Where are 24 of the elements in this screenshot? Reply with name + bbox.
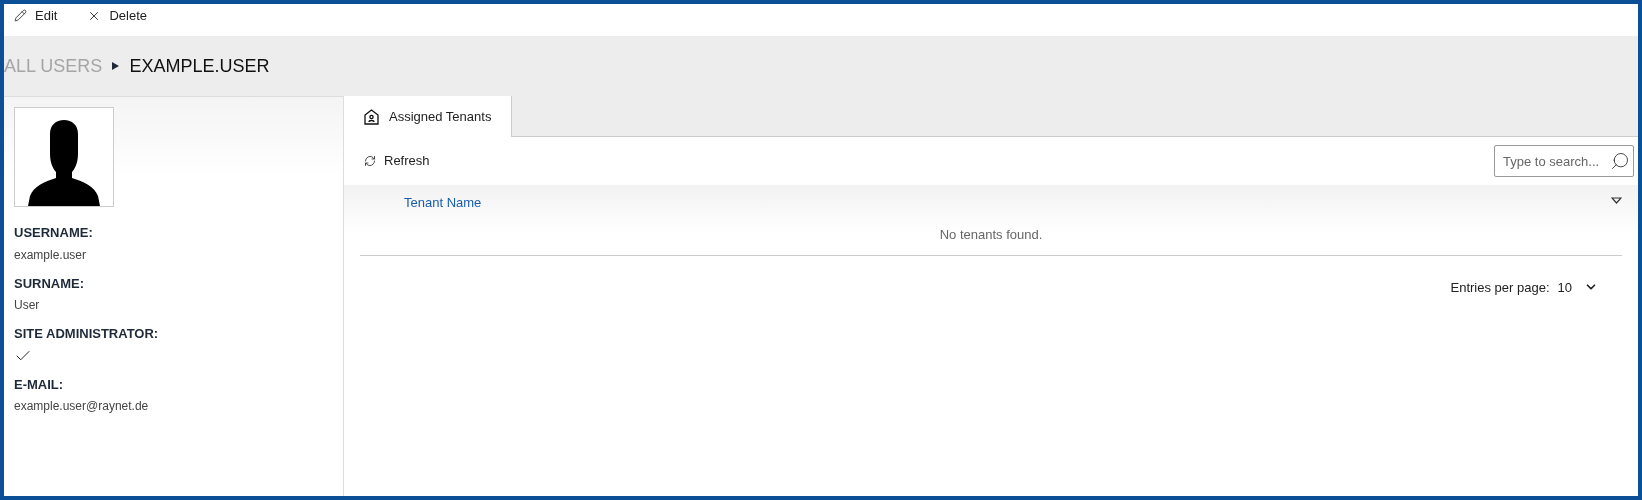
empty-message: No tenants found. (939, 226, 1043, 244)
field-label: E-MAIL: (14, 375, 65, 394)
person-silhouette-icon (28, 120, 100, 206)
dropdown-arrow-icon[interactable] (1611, 197, 1622, 204)
field-value: User (14, 297, 41, 314)
chevron-icon (112, 62, 120, 70)
field-label: SURNAME: (14, 274, 86, 293)
field-value: example.user (14, 246, 88, 264)
field-value: example.user@raynet.de (14, 398, 150, 415)
pencil-icon (14, 9, 27, 23)
entries-label: Entries per page: (1450, 278, 1550, 297)
field-label: SITE ADMINISTRATOR: (14, 325, 160, 343)
breadcrumb-current: EXAMPLE.USER (129, 54, 270, 78)
page-size-dropdown[interactable]: 10 (1557, 277, 1598, 297)
tab[interactable]: Assigned Tenants (344, 96, 513, 137)
search-icon (1610, 151, 1630, 171)
field-label: USERNAME: (14, 224, 94, 242)
search-field[interactable]: Type to search... (1494, 145, 1634, 177)
refresh-icon (364, 155, 376, 167)
column-header[interactable]: Tenant Name (404, 193, 482, 213)
refresh-button[interactable]: Refresh (364, 151, 430, 171)
edit-button[interactable]: Edit (14, 6, 58, 26)
delete-button[interactable]: Delete (87, 6, 147, 26)
house-person-icon (364, 108, 379, 125)
